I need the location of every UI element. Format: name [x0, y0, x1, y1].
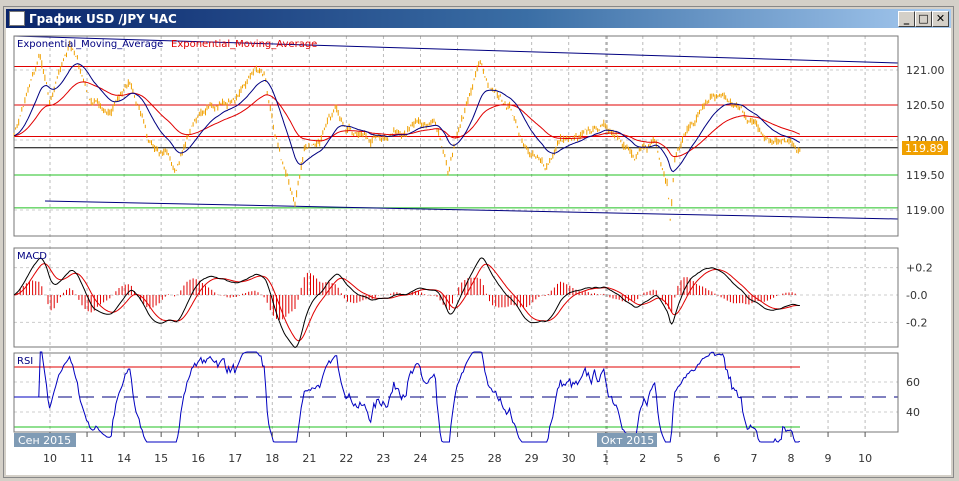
day-label: 6: [713, 452, 720, 465]
month-label-oct: Окт 2015: [601, 434, 654, 447]
day-label: 29: [525, 452, 539, 465]
macd-axis-label: -0.2: [906, 316, 927, 329]
day-label: 30: [562, 452, 576, 465]
current-price: 119.89: [905, 142, 944, 155]
day-label: 16: [191, 452, 205, 465]
day-label: 11: [80, 452, 94, 465]
day-label: 2: [639, 452, 646, 465]
price-axis-label: 121.00: [906, 64, 945, 77]
price-bars: [13, 40, 801, 221]
day-label: 21: [302, 452, 316, 465]
rsi-label: RSI: [17, 356, 33, 367]
day-label: 24: [414, 452, 428, 465]
legend-ema-slow: Exponential_Moving_Average: [171, 39, 317, 50]
day-label: 9: [825, 452, 832, 465]
day-label: 10: [858, 452, 872, 465]
price-chart[interactable]: Exponential_Moving_Average Exponential_M…: [0, 0, 959, 481]
legend-ema-fast: Exponential_Moving_Average: [17, 39, 163, 50]
day-label: 1: [602, 452, 609, 465]
price-axis-label: 119.00: [906, 204, 945, 217]
day-label: 18: [265, 452, 279, 465]
day-label: 22: [339, 452, 353, 465]
day-label: 8: [788, 452, 795, 465]
day-label: 7: [750, 452, 757, 465]
day-label: 10: [43, 452, 57, 465]
day-label: 25: [451, 452, 465, 465]
price-axis-label: 120.50: [906, 99, 945, 112]
month-label-sep: Сен 2015: [18, 434, 71, 447]
macd-axis-label: -0.0: [906, 289, 927, 302]
macd-line: [13, 257, 800, 349]
day-label: 28: [488, 452, 502, 465]
day-label: 17: [228, 452, 242, 465]
price-axis-label: 119.50: [906, 169, 945, 182]
rsi-axis-label: 60: [906, 376, 920, 389]
macd-label: MACD: [17, 251, 47, 262]
day-label: 23: [376, 452, 390, 465]
macd-signal-line: [14, 263, 800, 342]
macd-axis-label: +0.2: [906, 262, 933, 275]
day-label: 15: [154, 452, 168, 465]
day-label: 14: [117, 452, 131, 465]
rsi-axis-label: 40: [906, 406, 920, 419]
day-label: 5: [676, 452, 683, 465]
